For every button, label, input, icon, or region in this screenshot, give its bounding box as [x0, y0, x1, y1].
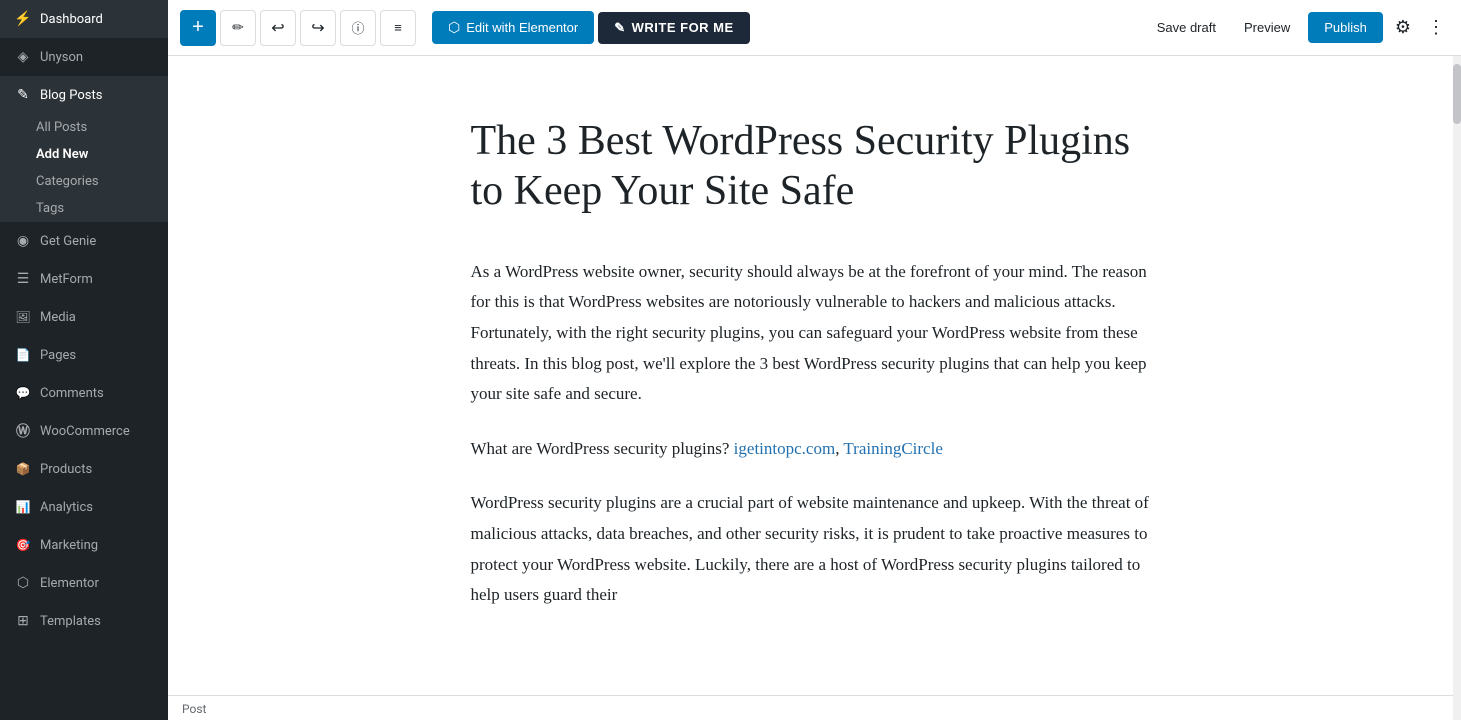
edit-pencil-button[interactable]: ✏ — [220, 10, 256, 46]
elementor-icon: ⬡ — [14, 574, 32, 592]
sidebar-item-label: Comments — [40, 386, 104, 401]
sidebar-item-products[interactable]: 📦 Products — [0, 450, 168, 488]
undo-icon: ↩ — [271, 18, 284, 38]
sidebar-item-blog-posts[interactable]: ✎ Blog Posts — [0, 76, 168, 114]
header-right: Save draft Preview Publish ⚙ ⋮ — [1147, 12, 1449, 43]
sidebar-item-label: Unyson — [40, 50, 83, 65]
sidebar-item-label: WooCommerce — [40, 424, 130, 439]
pages-icon: 📄 — [14, 346, 32, 364]
dashboard-icon: ⚡ — [14, 10, 32, 28]
analytics-icon: 📊 — [14, 498, 32, 516]
marketing-icon: 🎯 — [14, 536, 32, 554]
more-vertical-icon: ⋮ — [1427, 17, 1445, 37]
sidebar-item-label: Dashboard — [40, 12, 103, 27]
elementor-logo-icon: ⬡ — [448, 19, 460, 36]
unyson-icon: ◈ — [14, 48, 32, 66]
redo-button[interactable]: ↪ — [300, 10, 336, 46]
trainingcircle-link[interactable]: TrainingCircle — [843, 439, 942, 458]
woocommerce-icon: Ⓦ — [14, 422, 32, 440]
edit-elementor-label: Edit with Elementor — [466, 20, 578, 35]
preview-button[interactable]: Preview — [1234, 14, 1300, 41]
paragraph-1[interactable]: As a WordPress website owner, security s… — [471, 257, 1171, 410]
sidebar-item-label: Analytics — [40, 500, 93, 515]
sidebar-item-label: Products — [40, 462, 92, 477]
sidebar-item-marketing[interactable]: 🎯 Marketing — [0, 526, 168, 564]
main-area: + ✏ ↩ ↪ ⓘ ≡ ⬡ Edit with Elementor ✎ WRIT… — [168, 0, 1461, 720]
info-icon: ⓘ — [351, 18, 364, 37]
list-view-icon: ≡ — [394, 20, 402, 35]
write-icon: ✎ — [614, 20, 625, 36]
settings-button[interactable]: ⚙ — [1391, 13, 1415, 42]
toolbar: + ✏ ↩ ↪ ⓘ ≡ ⬡ Edit with Elementor ✎ WRIT… — [168, 0, 1461, 56]
submenu-tags[interactable]: Tags — [0, 195, 168, 222]
undo-button[interactable]: ↩ — [260, 10, 296, 46]
write-for-me-label: WRITE FOR ME — [632, 20, 734, 35]
sidebar-item-label: Templates — [40, 614, 101, 629]
sidebar-item-label: Elementor — [40, 576, 99, 591]
sidebar-item-dashboard[interactable]: ⚡ Dashboard — [0, 0, 168, 38]
publish-button[interactable]: Publish — [1308, 12, 1383, 43]
paragraph-2[interactable]: What are WordPress security plugins? ige… — [471, 434, 1171, 465]
list-view-button[interactable]: ≡ — [380, 10, 416, 46]
sidebar-item-label: Get Genie — [40, 234, 96, 249]
submenu-add-new[interactable]: Add New — [0, 141, 168, 168]
add-block-button[interactable]: + — [180, 10, 216, 46]
gear-icon: ⚙ — [1395, 17, 1411, 37]
sidebar-item-templates[interactable]: ⊞ Templates — [0, 602, 168, 640]
metform-icon: ☰ — [14, 270, 32, 288]
media-icon: 🖼 — [14, 308, 32, 326]
pencil-icon: ✏ — [232, 19, 244, 36]
editor-area[interactable]: The 3 Best WordPress Security Plugins to… — [168, 56, 1453, 720]
sidebar-item-label: MetForm — [40, 272, 93, 287]
more-options-button[interactable]: ⋮ — [1423, 13, 1449, 42]
sidebar: ⚡ Dashboard ◈ Unyson ✎ Blog Posts All Po… — [0, 0, 168, 720]
sidebar-item-comments[interactable]: 💬 Comments — [0, 374, 168, 412]
blog-posts-submenu: All Posts Add New Categories Tags — [0, 114, 168, 222]
sidebar-item-label: Pages — [40, 348, 76, 363]
sidebar-item-pages[interactable]: 📄 Pages — [0, 336, 168, 374]
sidebar-item-label: Marketing — [40, 538, 98, 553]
post-title[interactable]: The 3 Best WordPress Security Plugins to… — [471, 116, 1171, 217]
write-for-me-button[interactable]: ✎ WRITE FOR ME — [598, 12, 749, 44]
bottom-bar: Post — [168, 695, 1453, 720]
products-icon: 📦 — [14, 460, 32, 478]
igetintopc-link[interactable]: igetintopc.com — [734, 439, 836, 458]
redo-icon: ↪ — [311, 18, 324, 38]
submenu-all-posts[interactable]: All Posts — [0, 114, 168, 141]
submenu-categories[interactable]: Categories — [0, 168, 168, 195]
scrollbar-track[interactable] — [1453, 56, 1461, 720]
get-genie-icon: ◉ — [14, 232, 32, 250]
bottom-bar-label: Post — [182, 702, 206, 716]
scrollbar-thumb[interactable] — [1453, 64, 1461, 124]
info-button[interactable]: ⓘ — [340, 10, 376, 46]
sidebar-item-label: Blog Posts — [40, 88, 102, 103]
sidebar-item-elementor[interactable]: ⬡ Elementor — [0, 564, 168, 602]
sidebar-item-label: Media — [40, 310, 76, 325]
blog-posts-icon: ✎ — [14, 86, 32, 104]
post-body: As a WordPress website owner, security s… — [471, 257, 1171, 611]
sidebar-item-woocommerce[interactable]: Ⓦ WooCommerce — [0, 412, 168, 450]
sidebar-item-analytics[interactable]: 📊 Analytics — [0, 488, 168, 526]
sidebar-item-unyson[interactable]: ◈ Unyson — [0, 38, 168, 76]
comments-icon: 💬 — [14, 384, 32, 402]
save-draft-button[interactable]: Save draft — [1147, 14, 1226, 41]
sidebar-item-metform[interactable]: ☰ MetForm — [0, 260, 168, 298]
sidebar-item-media[interactable]: 🖼 Media — [0, 298, 168, 336]
edit-with-elementor-button[interactable]: ⬡ Edit with Elementor — [432, 11, 594, 44]
sidebar-item-get-genie[interactable]: ◉ Get Genie — [0, 222, 168, 260]
templates-icon: ⊞ — [14, 612, 32, 630]
editor-content: The 3 Best WordPress Security Plugins to… — [411, 56, 1211, 695]
paragraph-3[interactable]: WordPress security plugins are a crucial… — [471, 488, 1171, 610]
